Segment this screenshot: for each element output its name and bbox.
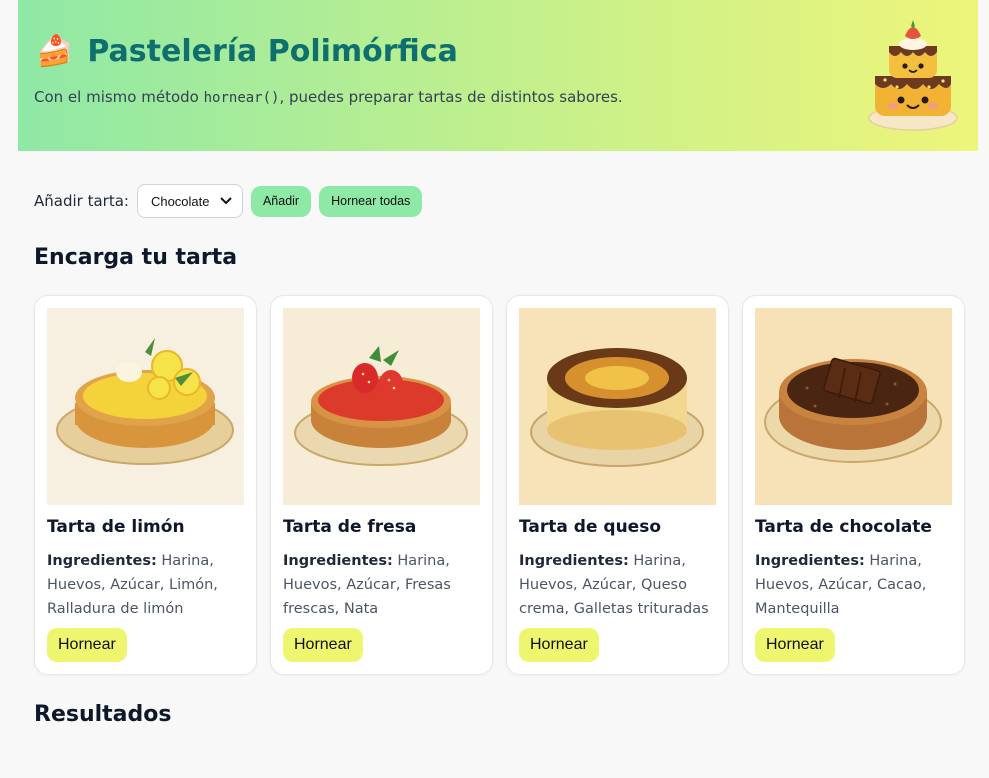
- tart-card-chocolate: Tarta de chocolate Ingredientes: Harina,…: [742, 295, 965, 675]
- add-tart-label: Añadir tarta:: [34, 192, 129, 210]
- add-tart-toolbar: Añadir tarta: Chocolate Añadir Hornear t…: [34, 184, 423, 218]
- tart-ingredients: Ingredientes: Harina, Huevos, Azúcar, Fr…: [283, 549, 480, 621]
- flavor-select[interactable]: Chocolate: [136, 184, 243, 218]
- results-section-title: Resultados: [34, 702, 172, 727]
- subtitle-code: hornear(): [203, 90, 280, 106]
- cake-icon: 🍰: [36, 33, 74, 69]
- tart-title: Tarta de chocolate: [755, 517, 932, 537]
- cake-mascot-icon: [868, 20, 958, 131]
- bake-button[interactable]: Hornear: [755, 628, 835, 662]
- ingredients-label: Ingredientes:: [755, 553, 865, 569]
- page-subtitle: Con el mismo método hornear(), puedes pr…: [34, 88, 623, 106]
- flavor-select-value: Chocolate: [150, 193, 210, 209]
- bake-button[interactable]: Hornear: [283, 628, 363, 662]
- subtitle-text-pre: Con el mismo método: [34, 88, 204, 106]
- chevron-down-icon: [220, 194, 232, 208]
- tart-ingredients: Ingredientes: Harina, Huevos, Azúcar, Qu…: [519, 549, 716, 621]
- strawberry-tart-image: [283, 308, 480, 505]
- ingredients-label: Ingredientes:: [519, 553, 629, 569]
- tart-title: Tarta de queso: [519, 517, 661, 537]
- cheesecake-image: [519, 308, 716, 505]
- header-title-row: 🍰 Pastelería Polimórfica: [36, 34, 458, 69]
- bake-button[interactable]: Hornear: [47, 628, 127, 662]
- tart-card-strawberry: Tarta de fresa Ingredientes: Harina, Hue…: [270, 295, 493, 675]
- bake-all-button[interactable]: Hornear todas: [319, 185, 423, 217]
- tart-title: Tarta de fresa: [283, 517, 417, 537]
- tart-ingredients: Ingredientes: Harina, Huevos, Azúcar, Li…: [47, 549, 244, 621]
- tart-card-lemon: Tarta de limón Ingredientes: Harina, Hue…: [34, 295, 257, 675]
- tart-card-cheese: Tarta de queso Ingredientes: Harina, Hue…: [506, 295, 729, 675]
- page-title: Pastelería Polimórfica: [87, 34, 458, 69]
- tart-card-list: Tarta de limón Ingredientes: Harina, Hue…: [34, 295, 965, 675]
- ingredients-label: Ingredientes:: [47, 553, 157, 569]
- add-button[interactable]: Añadir: [250, 185, 312, 217]
- tart-ingredients: Ingredientes: Harina, Huevos, Azúcar, Ca…: [755, 549, 952, 621]
- bake-button[interactable]: Hornear: [519, 628, 599, 662]
- chocolate-tart-image: [755, 308, 952, 505]
- lemon-tart-image: [47, 308, 244, 505]
- subtitle-text-post: , puedes preparar tartas de distintos sa…: [279, 88, 623, 106]
- tart-title: Tarta de limón: [47, 517, 185, 537]
- ingredients-label: Ingredientes:: [283, 553, 393, 569]
- page-header: 🍰 Pastelería Polimórfica Con el mismo mé…: [18, 0, 978, 151]
- order-section-title: Encarga tu tarta: [34, 245, 238, 270]
